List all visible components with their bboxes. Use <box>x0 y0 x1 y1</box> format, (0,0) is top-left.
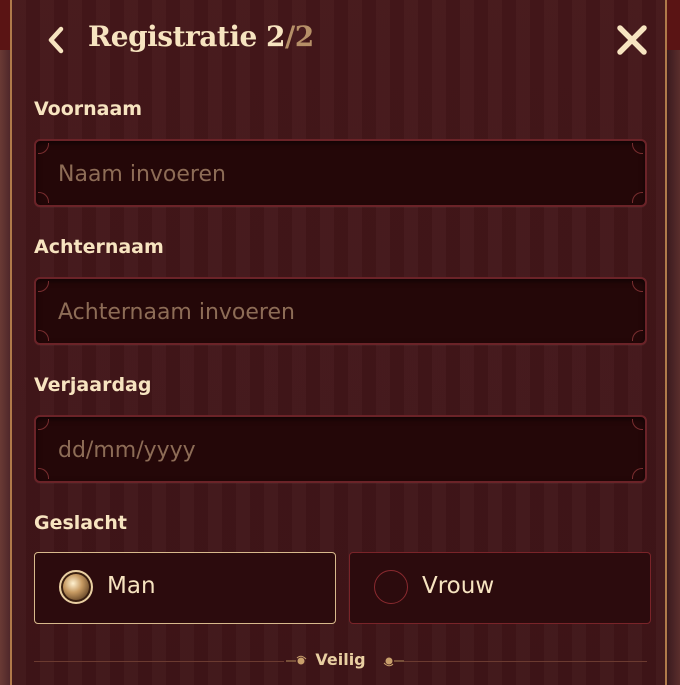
secure-label: Veilig <box>315 650 366 669</box>
registration-panel: Registratie 2/2 Voornaam Achternaam Verj… <box>10 0 667 685</box>
close-button[interactable] <box>612 20 652 60</box>
birthday-input[interactable] <box>56 417 630 483</box>
title-text: Registratie <box>88 20 257 53</box>
field-corner <box>632 192 643 203</box>
ornament-icon <box>383 657 404 667</box>
last-name-input[interactable] <box>56 279 630 345</box>
last-name-label: Achternaam <box>34 236 164 258</box>
field-corner <box>632 468 643 479</box>
step-current: 2 <box>266 20 286 53</box>
page-title: Registratie 2/2 <box>88 20 314 53</box>
first-name-label: Voornaam <box>34 98 143 120</box>
field-corner <box>38 330 49 341</box>
birthday-label: Verjaardag <box>34 374 152 396</box>
back-button[interactable] <box>40 22 72 58</box>
field-corner <box>632 419 643 430</box>
field-corner <box>38 281 49 292</box>
last-name-field <box>34 277 647 345</box>
gender-option-man[interactable]: Man <box>34 552 336 624</box>
radio-unselected-icon <box>374 570 408 604</box>
step-total: /2 <box>285 20 314 53</box>
field-corner <box>632 143 643 154</box>
gender-option-label: Man <box>107 573 156 599</box>
field-corner <box>632 330 643 341</box>
gender-option-label: Vrouw <box>422 573 495 599</box>
field-corner <box>38 468 49 479</box>
gender-option-vrouw[interactable]: Vrouw <box>349 552 651 624</box>
close-icon <box>617 25 647 55</box>
field-corner <box>632 281 643 292</box>
field-corner <box>38 143 49 154</box>
chevron-left-icon <box>48 26 64 54</box>
first-name-input[interactable] <box>56 141 630 207</box>
birthday-field <box>34 415 647 483</box>
gender-label: Geslacht <box>34 512 127 534</box>
divider-line <box>404 661 647 662</box>
first-name-field <box>34 139 647 207</box>
field-corner <box>38 419 49 430</box>
field-corner <box>38 192 49 203</box>
secure-divider: Veilig <box>34 648 647 674</box>
header: Registratie 2/2 <box>12 0 665 80</box>
radio-selected-icon <box>59 570 93 604</box>
